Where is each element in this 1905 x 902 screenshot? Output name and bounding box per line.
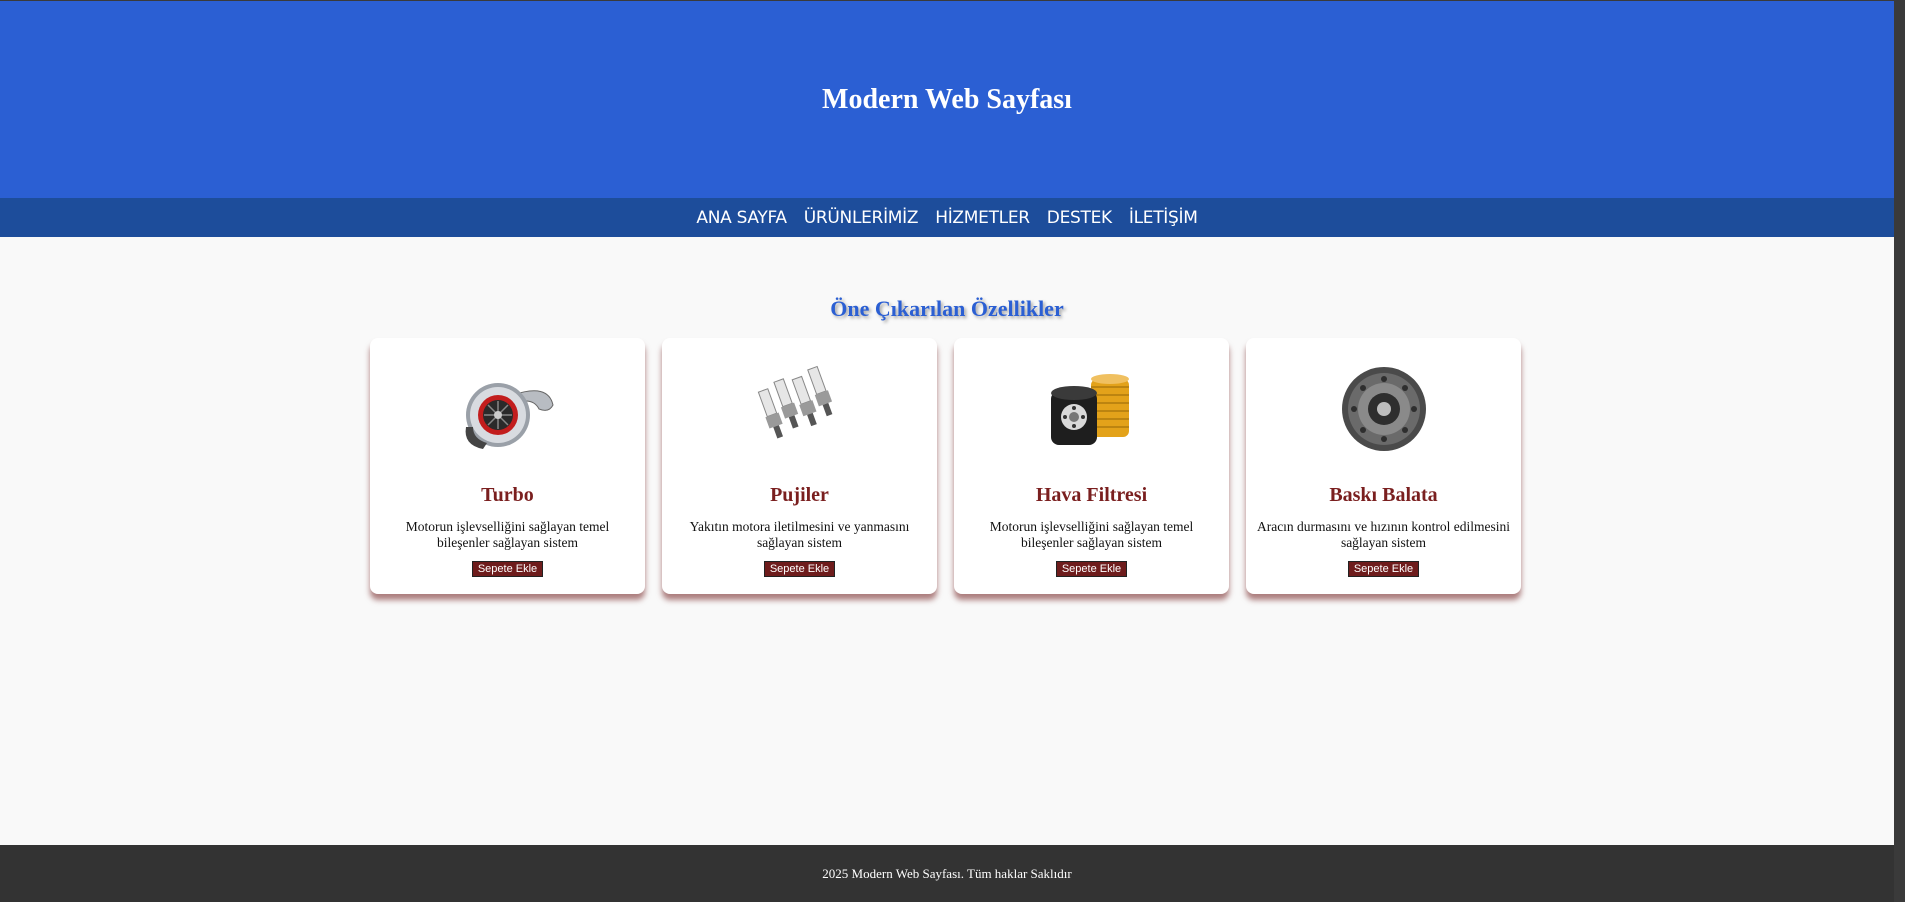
feature-cards: Turbo Motorun işlevselliğini sağlayan te… — [370, 338, 1521, 594]
nav-item-support[interactable]: DESTEK — [1047, 208, 1112, 228]
nav-item-home[interactable]: ANA SAYFA — [696, 208, 787, 228]
card-title: Hava Filtresi — [1035, 484, 1148, 506]
card-title: Turbo — [481, 484, 534, 506]
add-to-cart-button[interactable]: Sepete Ekle — [763, 561, 836, 577]
air-filter-icon — [1037, 360, 1147, 460]
footer-copyright: 2025 Modern Web Sayfası. Tüm haklar Sakl… — [822, 865, 1072, 881]
card-description: Aracın durmasını ve hızının kontrol edil… — [1256, 519, 1511, 550]
spark-plugs-icon — [745, 360, 855, 460]
feature-card-turbo: Turbo Motorun işlevselliğini sağlayan te… — [370, 338, 645, 594]
add-to-cart-button[interactable]: Sepete Ekle — [471, 561, 544, 577]
window-scrollbar[interactable] — [1894, 0, 1905, 902]
card-title: Baskı Balata — [1329, 484, 1438, 506]
turbo-icon — [453, 360, 563, 460]
site-header: Modern Web Sayfası — [0, 1, 1894, 198]
nav-item-products[interactable]: ÜRÜNLERİMİZ — [804, 208, 919, 228]
card-description: Motorun işlevselliğini sağlayan temel bi… — [989, 519, 1194, 550]
nav-item-services[interactable]: HİZMETLER — [935, 208, 1030, 228]
site-footer: 2025 Modern Web Sayfası. Tüm haklar Sakl… — [0, 845, 1894, 902]
clutch-disc-icon — [1329, 360, 1439, 460]
site-title: Modern Web Sayfası — [822, 83, 1072, 115]
features-title: Öne Çıkarılan Özellikler — [830, 296, 1064, 321]
add-to-cart-button[interactable]: Sepete Ekle — [1055, 561, 1128, 577]
feature-card-air-filter: Hava Filtresi Motorun işlevselliğini sağ… — [954, 338, 1229, 594]
feature-card-spark-plugs: Pujiler Yakıtın motora iletilmesini ve y… — [662, 338, 937, 594]
feature-card-clutch: Baskı Balata Aracın durmasını ve hızının… — [1246, 338, 1521, 594]
add-to-cart-button[interactable]: Sepete Ekle — [1347, 561, 1420, 577]
page: Modern Web Sayfası ANA SAYFA ÜRÜNLERİMİZ… — [0, 0, 1894, 902]
main-nav: ANA SAYFA ÜRÜNLERİMİZ HİZMETLER DESTEK İ… — [0, 198, 1894, 237]
card-title: Pujiler — [770, 484, 829, 506]
card-description: Yakıtın motora iletilmesini ve yanmasını… — [689, 519, 910, 550]
nav-item-contact[interactable]: İLETİŞİM — [1129, 208, 1198, 228]
card-description: Motorun işlevselliğini sağlayan temel bi… — [405, 519, 610, 550]
